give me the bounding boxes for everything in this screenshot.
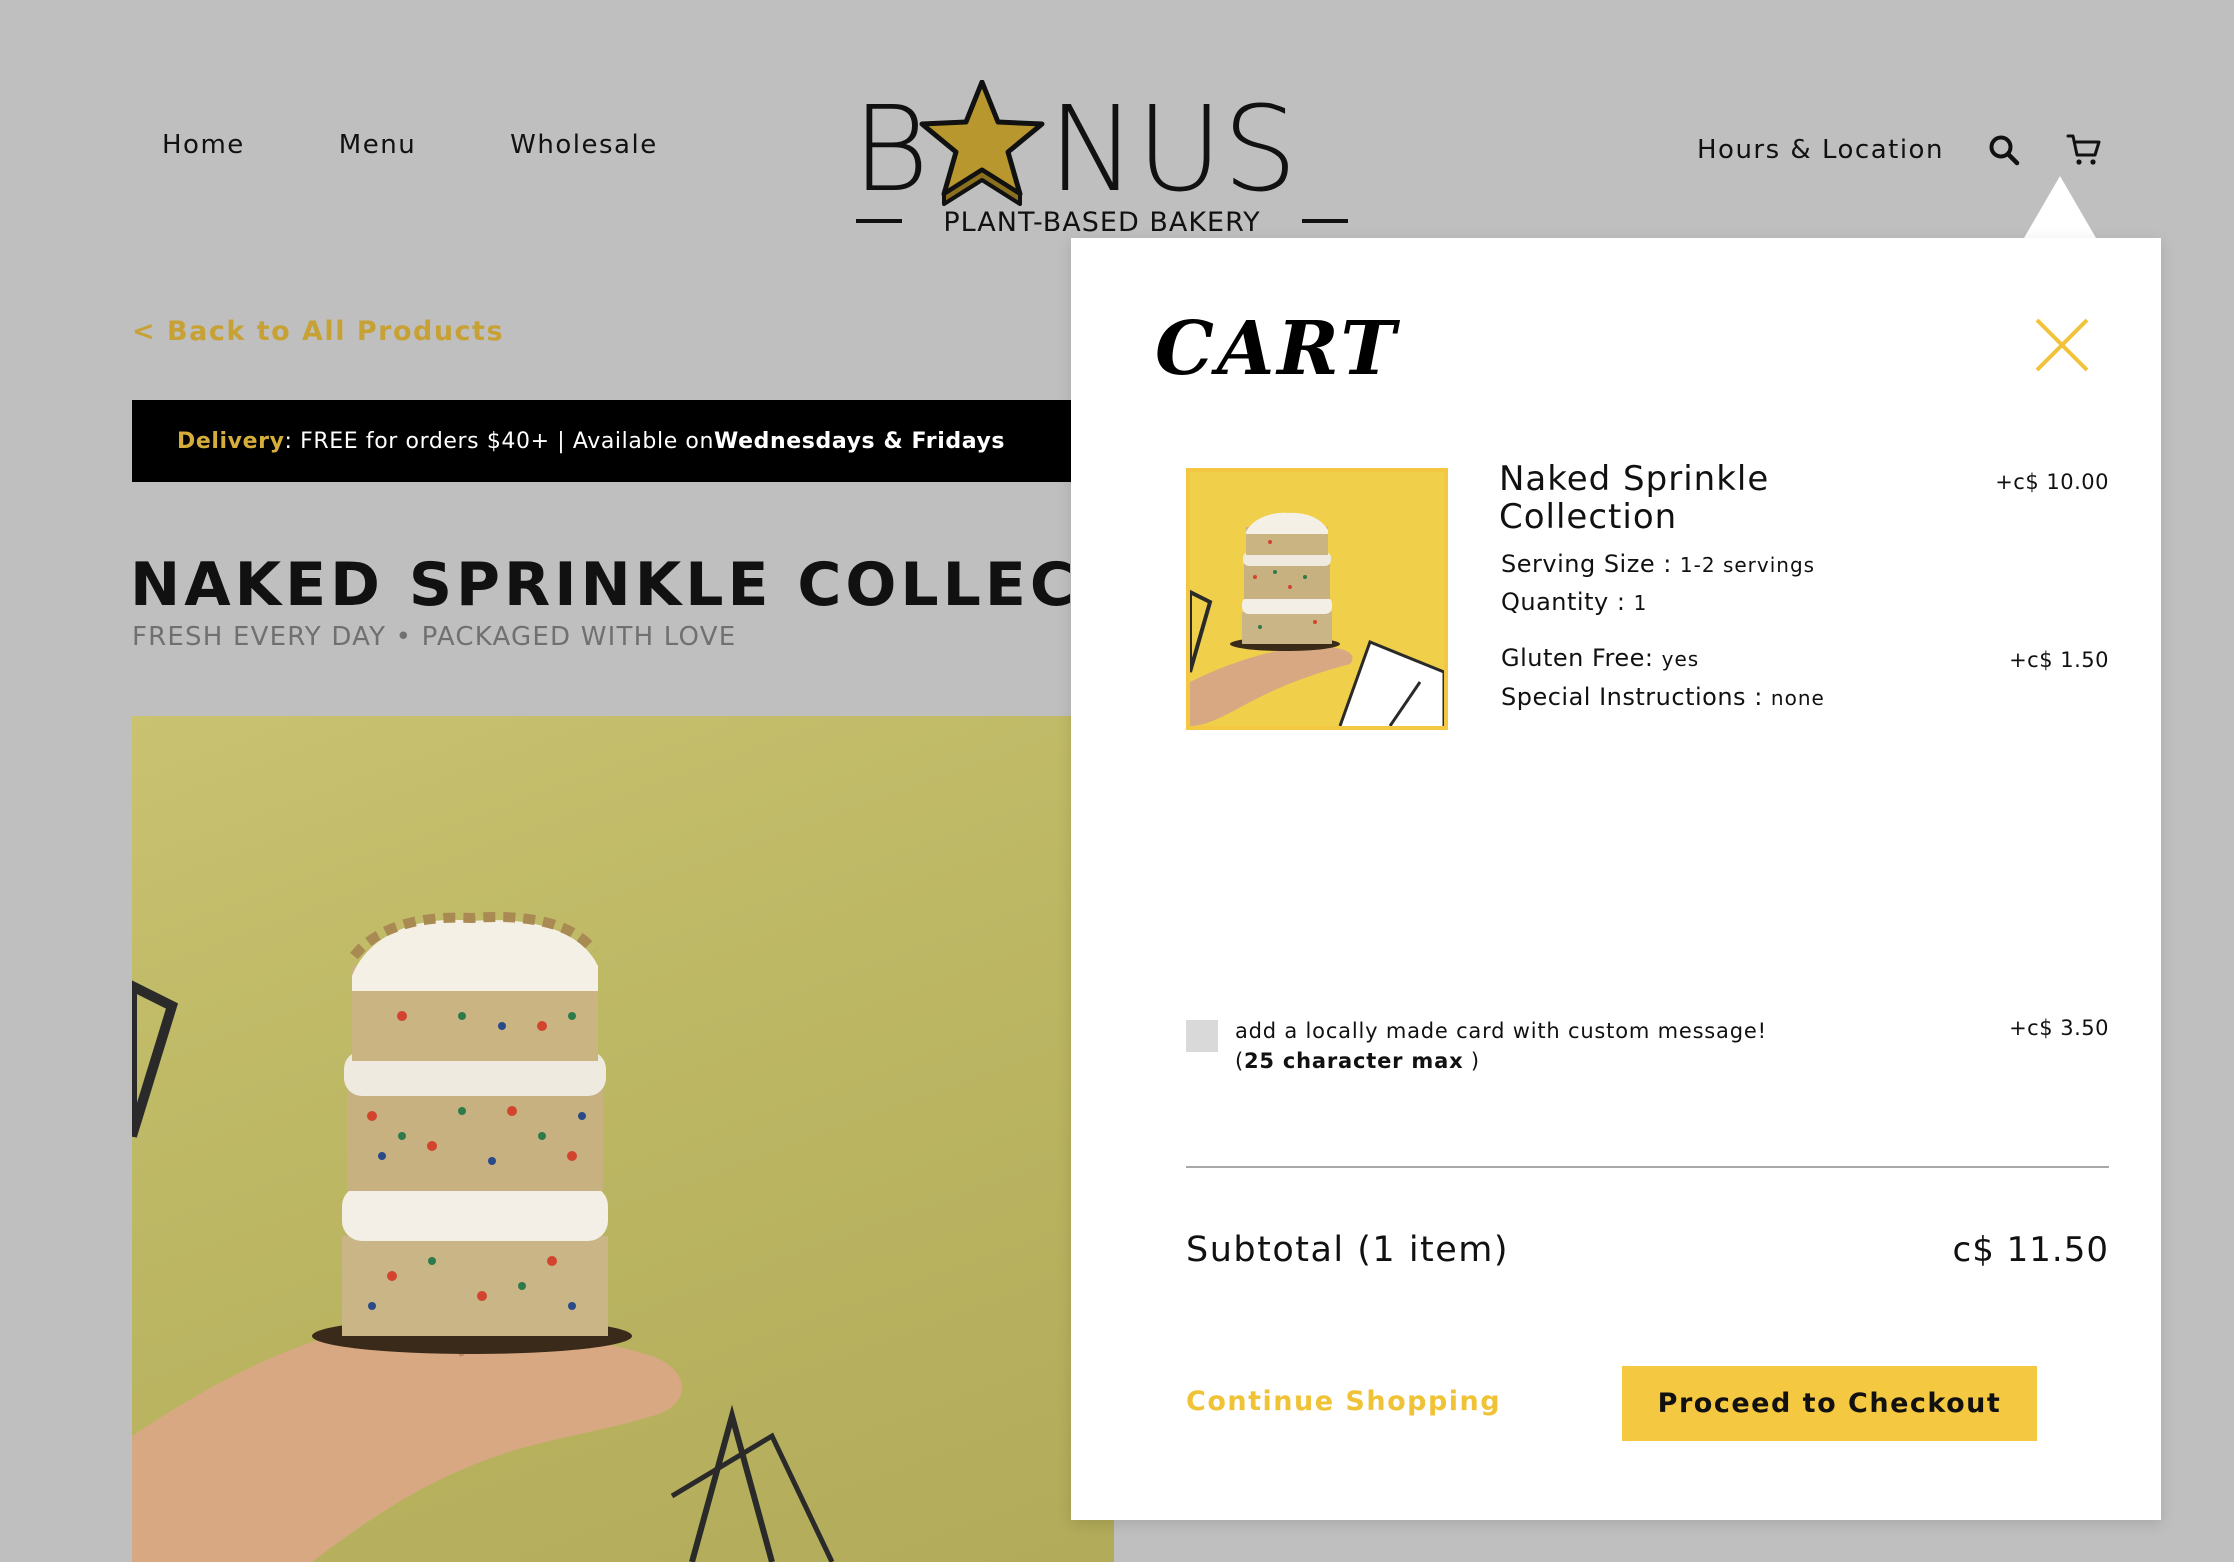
option-key: Gluten Free (1501, 644, 1645, 672)
nav-hours-location-link[interactable]: Hours & Location (1697, 135, 1944, 165)
option-serving-size: Serving Size : 1-2 servings (1501, 550, 1815, 578)
nav-home-link[interactable]: Home (162, 130, 245, 160)
cart-title: CART (1155, 306, 1399, 392)
product-hero-image (132, 716, 1114, 1562)
delivery-label: Delivery (177, 428, 285, 454)
option-separator: : (1644, 644, 1662, 672)
proceed-to-checkout-button[interactable]: Proceed to Checkout (1622, 1366, 2037, 1441)
add-card-label: add a locally made card with custom mess… (1235, 1016, 1795, 1076)
nav-wholesale-link[interactable]: Wholesale (510, 130, 658, 160)
logo-letter-b: B (852, 80, 929, 218)
continue-shopping-link[interactable]: Continue Shopping (1186, 1386, 1501, 1417)
gluten-free-price: +c$ 1.50 (2009, 648, 2109, 672)
cart-item-thumbnail (1186, 468, 1448, 730)
bonus-logo[interactable]: B NUS PLANT-BASED BAKERY (852, 80, 1352, 240)
option-gluten-free: Gluten Free: yes (1501, 644, 1699, 672)
subtotal-label: Subtotal (1 item) (1186, 1230, 1510, 1270)
header-actions: Hours & Location (1697, 130, 2104, 170)
add-card-checkbox[interactable] (1186, 1020, 1218, 1052)
add-card-price: +c$ 3.50 (2009, 1016, 2109, 1040)
add-card-max-chars: 25 character max (1244, 1049, 1464, 1073)
shopping-cart-icon[interactable] (2064, 130, 2104, 170)
option-value: 1 (1633, 591, 1648, 615)
main-nav: Home Menu Wholesale (162, 130, 658, 160)
cart-item-price: +c$ 10.00 (1995, 470, 2109, 494)
delivery-text: : FREE for orders $40+ | Available on (284, 428, 715, 454)
add-card-paren-open: ( (1235, 1049, 1244, 1073)
option-separator: : (1655, 550, 1680, 578)
logo-tagline: PLANT-BASED BAKERY (943, 207, 1260, 238)
product-title: NAKED SPRINKLE COLLECTION (130, 550, 1070, 620)
nav-menu-link[interactable]: Menu (339, 130, 416, 160)
option-value: 1-2 servings (1679, 553, 1816, 577)
add-card-paren-close: ) (1463, 1049, 1480, 1073)
option-value: yes (1661, 647, 1700, 671)
search-icon[interactable] (1984, 130, 2024, 170)
option-key: Quantity (1501, 588, 1609, 616)
star-icon (919, 80, 1045, 206)
cart-popover: CART Naked Sprinkle Collection +c$ 10.00… (1071, 238, 2161, 1520)
subtotal-value: c$ 11.50 (1952, 1230, 2109, 1270)
cart-divider (1186, 1166, 2109, 1168)
close-icon[interactable] (2031, 314, 2093, 376)
back-to-products-link[interactable]: < Back to All Products (132, 316, 504, 347)
option-key: Serving Size (1501, 550, 1656, 578)
add-card-line2: (25 character max ) (1235, 1046, 1795, 1076)
option-key: Special Instructions (1501, 683, 1747, 711)
option-quantity: Quantity : 1 (1501, 588, 1647, 616)
delivery-banner: Delivery: FREE for orders $40+ | Availab… (132, 400, 1132, 482)
delivery-days: Wednesdays & Fridays (714, 428, 1006, 454)
option-special-instructions: Special Instructions : none (1501, 683, 1825, 711)
option-value: none (1770, 686, 1825, 710)
cart-item-name: Naked Sprinkle Collection (1499, 459, 1770, 537)
cart-popover-caret (2024, 176, 2096, 238)
option-separator: : (1608, 588, 1634, 616)
add-card-line1: add a locally made card with custom mess… (1235, 1019, 1767, 1043)
product-subtitle: FRESH EVERY DAY • PACKAGED WITH LOVE (132, 622, 737, 652)
option-separator: : (1746, 683, 1771, 711)
logo-wordmark-rest: NUS (1048, 80, 1298, 218)
